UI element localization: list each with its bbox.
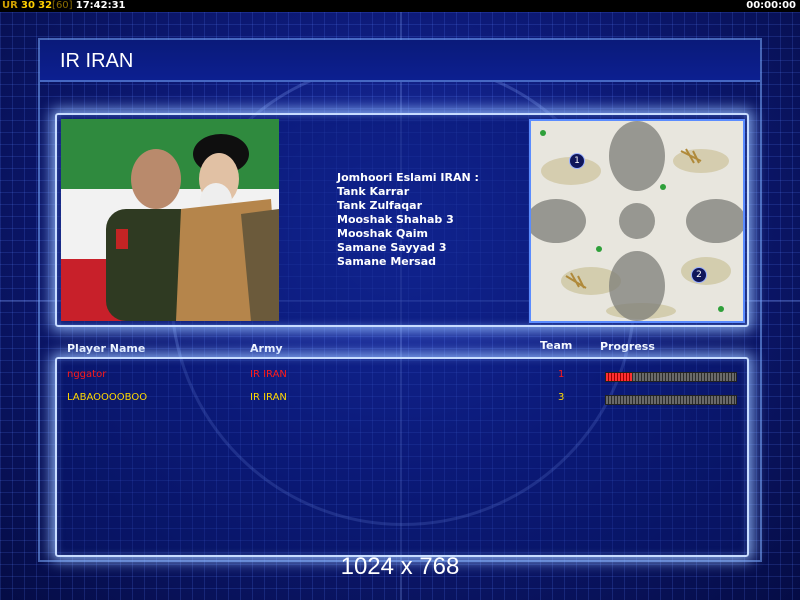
unit-item: Tank Zulfaqar — [337, 199, 422, 212]
player-army: IR IRAN — [250, 369, 287, 380]
unit-item: Samane Sayyad 3 — [337, 241, 447, 254]
map-preview[interactable]: 1 2 — [529, 119, 745, 323]
minimap-terrain — [531, 121, 743, 321]
player-name: LABAOOOOBOO — [67, 392, 148, 403]
fps-current: 32 — [38, 0, 53, 11]
unit-item: Mooshak Shahab 3 — [337, 213, 454, 226]
col-team: Team — [540, 339, 573, 352]
player-name: nggator — [67, 369, 107, 380]
fps-value: 30 — [21, 0, 35, 11]
player-army: IR IRAN — [250, 392, 287, 403]
unit-item: Samane Mersad — [337, 255, 437, 268]
col-progress: Progress — [600, 340, 655, 353]
player-row[interactable]: nggator IR IRAN 1 — [57, 369, 747, 385]
start-position-1[interactable]: 1 — [569, 153, 585, 169]
status-bar: UR 30 32[60] 17:42:31 00:00:00 — [0, 0, 800, 12]
resolution-label: 1024 x 768 — [340, 553, 460, 580]
title-bar: IR IRAN — [40, 40, 760, 82]
unit-item: Tank Karrar — [337, 185, 410, 198]
game-timer: 00:00:00 — [746, 0, 796, 11]
ur-label: UR — [2, 0, 18, 11]
unit-item: Mooshak Qaim — [337, 227, 429, 240]
status-left: UR 30 32[60] 17:42:31 — [2, 0, 126, 12]
army-header: Jomhoori Eslami IRAN : — [337, 171, 479, 184]
faction-portrait — [61, 119, 279, 321]
progress-bar — [605, 395, 737, 405]
player-team: 1 — [558, 369, 565, 380]
army-unit-list: Jomhoori Eslami IRAN : Tank Karrar Tank … — [337, 171, 479, 269]
page-title: IR IRAN — [60, 50, 134, 72]
system-clock: 17:42:31 — [75, 0, 126, 11]
player-row[interactable]: LABAOOOOBOO IR IRAN 3 — [57, 392, 747, 408]
start-position-2[interactable]: 2 — [691, 267, 707, 283]
army-info-panel: Jomhoori Eslami IRAN : Tank Karrar Tank … — [55, 113, 749, 327]
progress-fill — [606, 373, 632, 381]
col-army: Army — [250, 342, 283, 355]
portrait-image — [61, 119, 279, 321]
col-player-name: Player Name — [67, 342, 146, 355]
fps-bracket: [60] — [52, 0, 73, 11]
players-panel: nggator IR IRAN 1 LABAOOOOBOO IR IRAN 3 — [55, 357, 749, 557]
progress-bar — [605, 372, 737, 382]
player-team: 3 — [558, 392, 565, 403]
